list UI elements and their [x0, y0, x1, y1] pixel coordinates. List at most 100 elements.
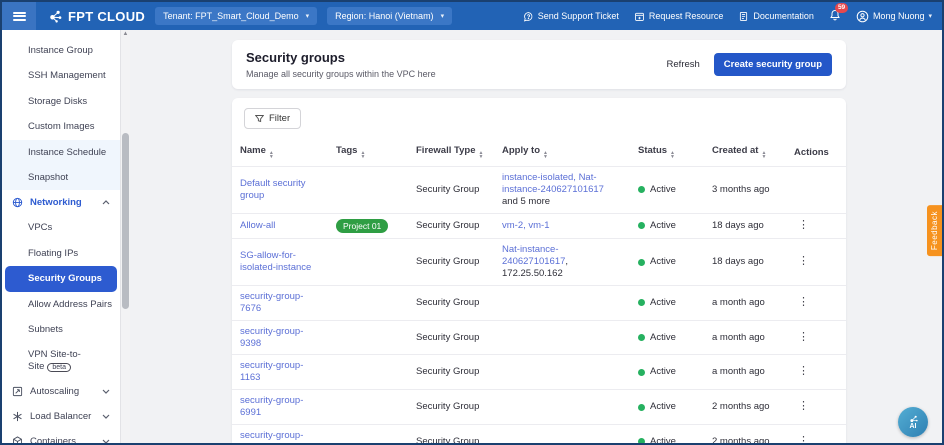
sidebar-item-label: Snapshot	[28, 172, 68, 183]
sidebar-item-label: Custom Images	[28, 121, 95, 132]
sort-icon[interactable]: ▲▼	[360, 151, 365, 159]
sort-icon[interactable]: ▲▼	[478, 151, 483, 159]
refresh-button[interactable]: Refresh	[667, 59, 700, 70]
status-badge: Active	[638, 184, 696, 196]
navbar-right-links: Send Support Ticket Request Resource Docum…	[523, 9, 932, 23]
sg-name-link[interactable]: security-group-1163	[240, 360, 303, 383]
sort-icon[interactable]: ▲▼	[269, 151, 274, 159]
created-at: a month ago	[712, 297, 765, 308]
column-header-firewall-type[interactable]: Firewall Type▲▼	[408, 138, 494, 167]
row-actions-kebab-icon[interactable]: ⋮	[794, 365, 813, 379]
sidebar-item-security-groups[interactable]: Security Groups	[5, 266, 117, 291]
table-row: security-group-2508Security GroupActive2…	[232, 424, 846, 443]
nav-link-documentation[interactable]: Documentation	[738, 11, 814, 22]
column-header-tags[interactable]: Tags▲▼	[328, 138, 408, 167]
sort-icon[interactable]: ▲▼	[761, 151, 766, 159]
chevron-down-icon: ▾	[928, 13, 932, 20]
sg-name-link[interactable]: security-group-6991	[240, 395, 303, 418]
fpt-cloud-console-window: FPT CLOUD Tenant: FPT_Smart_Cloud_Demo ▾…	[0, 0, 944, 445]
table-row: security-group-6991Security GroupActive2…	[232, 390, 846, 425]
apply-to-links[interactable]: vm-2, vm-1	[502, 220, 550, 231]
status-badge: Active	[638, 220, 696, 232]
sg-name-link[interactable]: security-group-9398	[240, 326, 303, 349]
row-actions-kebab-icon[interactable]: ⋮	[794, 331, 813, 345]
sg-name-link[interactable]: Allow-all	[240, 220, 275, 231]
sidebar-section-networking[interactable]: Networking	[2, 190, 120, 215]
row-actions-kebab-icon[interactable]: ⋮	[794, 435, 813, 443]
sidebar-item-snapshot[interactable]: Snapshot	[2, 165, 120, 190]
sidebar-item-storage-disks[interactable]: Storage Disks	[2, 89, 120, 114]
firewall-type: Security Group	[416, 436, 479, 443]
sidebar-item-label: Instance Schedule	[28, 147, 106, 158]
tag-badge: Project 01	[336, 219, 388, 234]
sidebar-section-load-balancer[interactable]: Load Balancer	[2, 404, 120, 429]
user-menu[interactable]: Mong Nuong ▾	[856, 10, 932, 23]
firewall-type: Security Group	[416, 332, 479, 343]
table-header-row: Name▲▼Tags▲▼Firewall Type▲▼Apply to▲▼Sta…	[232, 138, 846, 167]
nav-link-request-resource[interactable]: Request Resource	[634, 11, 724, 22]
table-row: Default security groupSecurity Groupinst…	[232, 167, 846, 214]
tenant-selector[interactable]: Tenant: FPT_Smart_Cloud_Demo ▾	[155, 7, 317, 25]
nav-link-send-support-ticket[interactable]: Send Support Ticket	[523, 11, 619, 22]
filter-button[interactable]: Filter	[244, 108, 301, 129]
sidebar-item-instance-schedule[interactable]: Instance Schedule	[2, 140, 120, 165]
region-selector[interactable]: Region: Hanoi (Vietnam) ▾	[327, 7, 452, 25]
fpt-cloud-logo[interactable]: FPT CLOUD	[48, 9, 145, 24]
sidebar-item-allow-address-pairs[interactable]: Allow Address Pairs	[2, 292, 120, 317]
security-groups-table-card: Filter Name▲▼Tags▲▼Firewall Type▲▼Apply …	[232, 98, 846, 443]
apply-to-links[interactable]: Nat-instance-240627101617	[502, 244, 565, 267]
column-header-created-at[interactable]: Created at▲▼	[704, 138, 786, 167]
status-dot-icon	[638, 259, 645, 266]
scrollbar-up-arrow[interactable]: ▲	[121, 31, 130, 37]
created-at: 3 months ago	[712, 184, 770, 195]
fpt-molecule-icon	[48, 9, 63, 24]
column-header-status[interactable]: Status▲▼	[630, 138, 704, 167]
globe-icon	[12, 197, 23, 208]
ai-chat-button[interactable]: AI	[898, 407, 928, 437]
autoscaling-icon	[12, 386, 23, 397]
sort-icon[interactable]: ▲▼	[543, 151, 548, 159]
firewall-type: Security Group	[416, 401, 479, 412]
create-security-group-button[interactable]: Create security group	[714, 53, 832, 76]
table-row: Allow-allProject 01Security Groupvm-2, v…	[232, 213, 846, 239]
page-title: Security groups	[246, 50, 436, 65]
top-navbar: FPT CLOUD Tenant: FPT_Smart_Cloud_Demo ▾…	[2, 2, 942, 30]
column-header-name[interactable]: Name▲▼	[232, 138, 328, 167]
sort-icon[interactable]: ▲▼	[670, 151, 675, 159]
hamburger-menu-button[interactable]	[2, 2, 36, 30]
status-badge: Active	[638, 401, 696, 413]
apply-to-links[interactable]: instance-isolated, Nat-instance-24062710…	[502, 172, 604, 195]
security-groups-table: Name▲▼Tags▲▼Firewall Type▲▼Apply to▲▼Sta…	[232, 138, 846, 443]
column-header-apply-to[interactable]: Apply to▲▼	[494, 138, 630, 167]
row-actions-kebab-icon[interactable]: ⋮	[794, 219, 813, 233]
row-actions-kebab-icon[interactable]: ⋮	[794, 296, 813, 310]
sg-name-link[interactable]: security-group-7676	[240, 291, 303, 314]
sg-name-link[interactable]: Default security group	[240, 178, 305, 201]
sg-name-link[interactable]: SG-allow-for-isolated-instance	[240, 250, 311, 273]
sidebar-item-ssh-management[interactable]: SSH Management	[2, 63, 120, 88]
sidebar-item-custom-images[interactable]: Custom Images	[2, 114, 120, 139]
sidebar-section-autoscaling[interactable]: Autoscaling	[2, 379, 120, 404]
sidebar-item-label: Storage Disks	[28, 96, 87, 107]
feedback-tab[interactable]: Feedback	[927, 205, 942, 256]
status-badge: Active	[638, 332, 696, 344]
sg-name-link[interactable]: security-group-2508	[240, 430, 303, 443]
row-actions-kebab-icon[interactable]: ⋮	[794, 255, 813, 269]
support-ticket-icon	[523, 11, 534, 22]
scrollbar-thumb[interactable]	[122, 133, 129, 309]
sidebar-item-vpcs[interactable]: VPCs	[2, 215, 120, 240]
sidebar-item-instance-group[interactable]: Instance Group	[2, 38, 120, 63]
sidebar-section-containers[interactable]: Containers	[2, 429, 120, 443]
sidebar-item-subnets[interactable]: Subnets	[2, 317, 120, 342]
notifications-button[interactable]: 59	[829, 9, 841, 23]
status-dot-icon	[638, 299, 645, 306]
firewall-type: Security Group	[416, 297, 479, 308]
hamburger-icon	[13, 10, 26, 22]
filter-funnel-icon	[255, 114, 264, 123]
sidebar-item-vpn-site-to-site[interactable]: VPN Site-to-Sitebeta	[2, 342, 120, 379]
sidebar-scrollbar[interactable]: ▲	[120, 30, 130, 443]
row-actions-kebab-icon[interactable]: ⋮	[794, 400, 813, 414]
user-name: Mong Nuong	[873, 11, 925, 21]
sidebar-item-label: Subnets	[28, 324, 63, 335]
sidebar-item-floating-ips[interactable]: Floating IPs	[2, 241, 120, 266]
